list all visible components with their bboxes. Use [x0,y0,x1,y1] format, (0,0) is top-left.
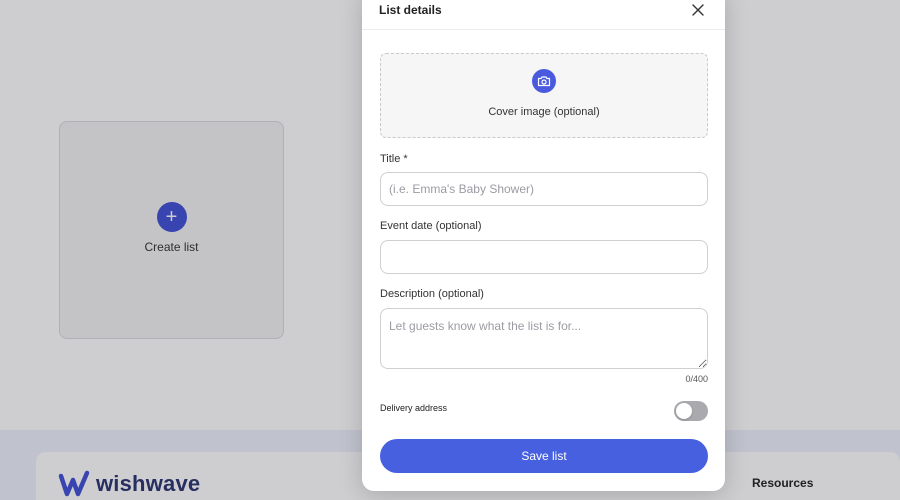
toggle-knob [676,403,692,419]
modal-header: List details [362,0,725,30]
title-input[interactable] [380,172,708,206]
delivery-address-label: Delivery address [380,403,448,413]
event-date-input[interactable] [380,240,708,274]
event-date-label: Event date (optional) [380,220,482,232]
save-list-button[interactable]: Save list [380,439,708,473]
close-button[interactable] [691,3,705,17]
title-label: Title * [380,153,408,165]
description-textarea[interactable] [380,308,708,369]
cover-image-label: Cover image (optional) [488,106,600,118]
camera-icon-badge [532,69,556,93]
delivery-address-toggle[interactable] [674,401,708,421]
modal-title: List details [379,3,442,17]
camera-icon [537,76,551,87]
list-details-modal: List details Cover image (optional) Titl… [362,0,725,491]
close-icon [692,4,704,16]
description-char-count: 0/400 [685,374,708,384]
cover-image-upload[interactable]: Cover image (optional) [380,53,708,138]
description-label: Description (optional) [380,288,484,300]
